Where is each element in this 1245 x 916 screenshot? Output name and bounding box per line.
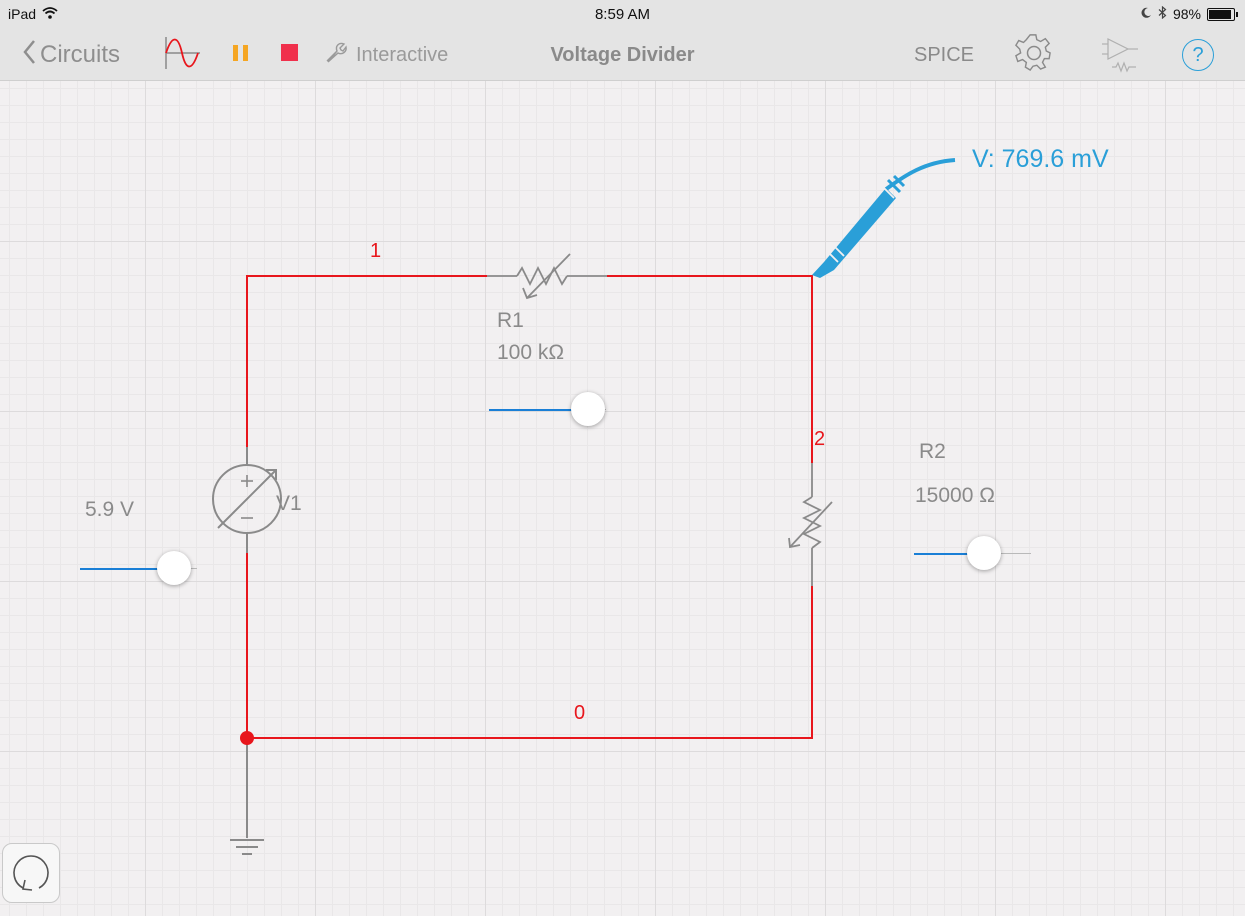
spice-button[interactable]: SPICE bbox=[914, 30, 974, 80]
schematic-canvas[interactable]: 1 2 0 R1 100 kΩ R2 15000 Ω V1 5.9 V V: 7… bbox=[0, 81, 1245, 916]
ground-symbol bbox=[230, 738, 264, 855]
junction-dot bbox=[240, 731, 254, 745]
status-bar: iPad 8:59 AM 98% bbox=[0, 0, 1245, 30]
bluetooth-icon bbox=[1158, 5, 1167, 22]
node-0-label: 0 bbox=[574, 702, 586, 724]
resistor-r1 bbox=[487, 253, 607, 300]
status-right: 98% bbox=[1140, 5, 1238, 22]
v1-slider-fill bbox=[80, 568, 161, 570]
status-time: 8:59 AM bbox=[594, 6, 651, 23]
opamp-icon bbox=[1100, 33, 1142, 78]
app-window: iPad 8:59 AM 98% Circuits Interactive Vo… bbox=[0, 0, 1245, 916]
page-title: Voltage Divider bbox=[550, 43, 695, 66]
moon-icon bbox=[1140, 6, 1152, 22]
wire-node-1 bbox=[246, 275, 487, 447]
r1-slider-fill bbox=[489, 409, 576, 411]
rotate-icon bbox=[3, 855, 59, 906]
battery-icon bbox=[1207, 7, 1238, 21]
circuit-schematic bbox=[212, 158, 956, 855]
r1-value: 100 kΩ bbox=[497, 341, 565, 364]
r2-slider[interactable] bbox=[914, 534, 1031, 574]
node-2-label: 2 bbox=[814, 428, 826, 450]
r1-slider-knob[interactable] bbox=[571, 392, 606, 426]
r1-name: R1 bbox=[497, 309, 524, 332]
resistor-r2 bbox=[788, 463, 833, 586]
r2-name: R2 bbox=[919, 440, 946, 463]
gear-icon bbox=[1014, 33, 1054, 78]
settings-button[interactable] bbox=[1014, 30, 1054, 80]
opamp-button[interactable] bbox=[1100, 30, 1142, 80]
help-icon: ? bbox=[1182, 39, 1214, 71]
toolbar: Circuits Interactive Voltage Divider SPI… bbox=[0, 30, 1245, 81]
v1-slider[interactable] bbox=[80, 549, 197, 589]
voltage-source-v1 bbox=[212, 447, 282, 553]
probe-readout: V: 769.6 mV bbox=[972, 145, 1109, 173]
r2-slider-knob[interactable] bbox=[967, 536, 1002, 570]
r1-slider[interactable] bbox=[489, 390, 606, 430]
r2-slider-fill bbox=[914, 553, 972, 555]
v1-slider-knob[interactable] bbox=[156, 551, 191, 585]
v1-name: V1 bbox=[276, 492, 302, 515]
r2-value: 15000 Ω bbox=[915, 484, 995, 507]
help-button[interactable]: ? bbox=[1182, 30, 1214, 80]
wire-node-2 bbox=[607, 275, 813, 463]
voltage-probe[interactable] bbox=[812, 158, 956, 278]
wire-node-0 bbox=[246, 553, 813, 739]
help-label: ? bbox=[1192, 43, 1204, 66]
reset-view-button[interactable] bbox=[2, 843, 60, 903]
v1-value: 5.9 V bbox=[85, 498, 135, 521]
node-1-label: 1 bbox=[370, 240, 382, 262]
battery-percent: 98% bbox=[1172, 6, 1201, 22]
